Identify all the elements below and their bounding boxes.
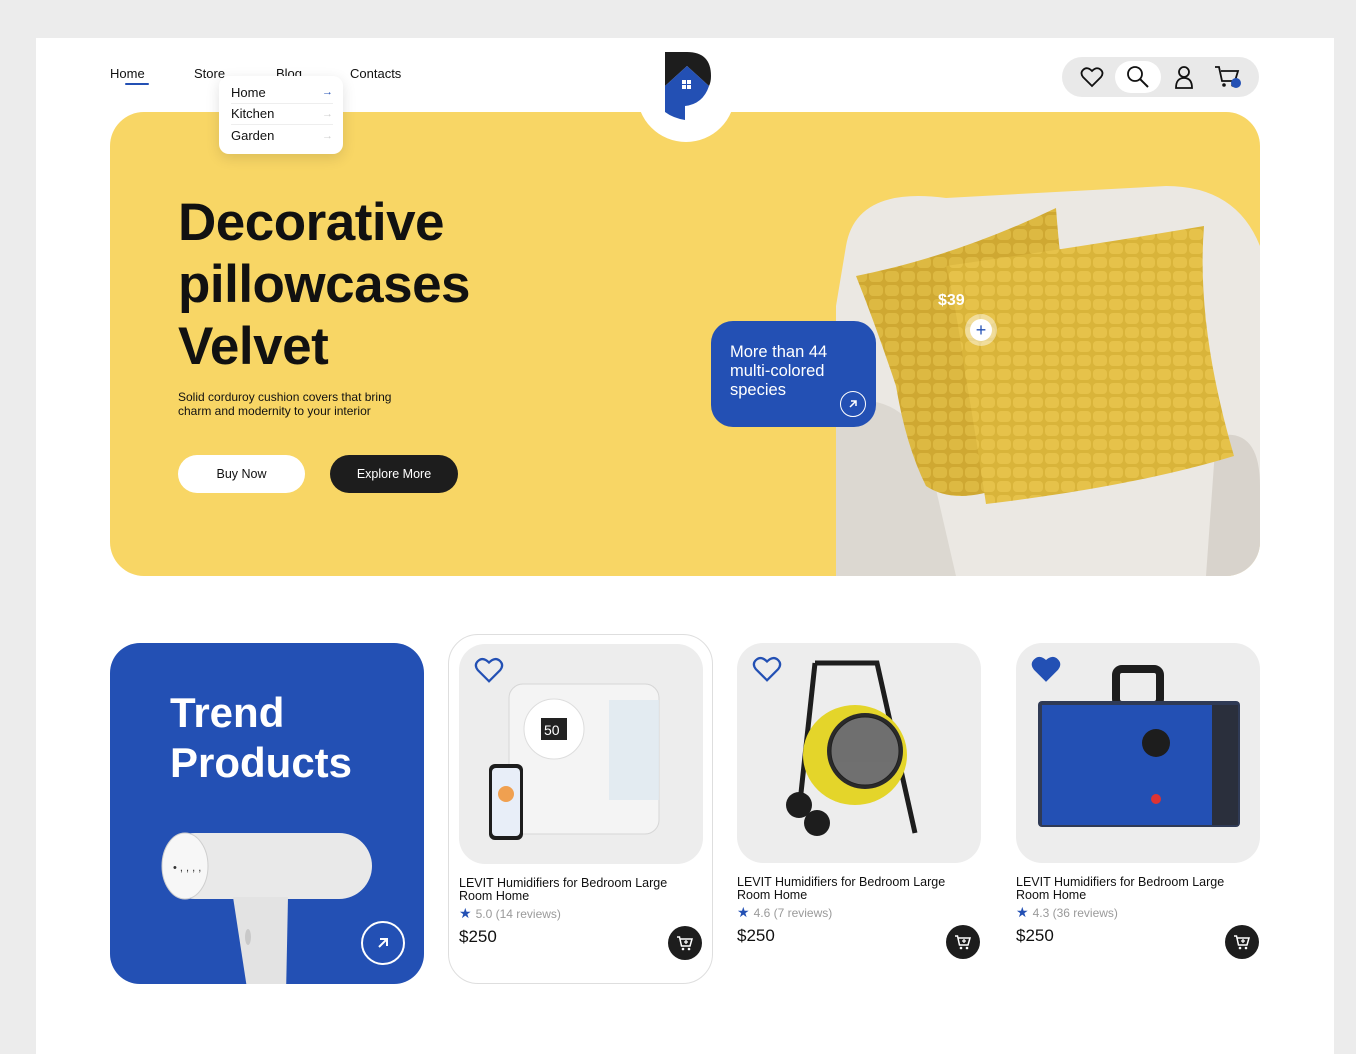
arrow-right-icon: → xyxy=(322,86,333,99)
nav-active-indicator xyxy=(125,83,149,85)
cart-icon xyxy=(1234,935,1250,950)
product-name-line: Room Home xyxy=(1016,887,1087,902)
page: Home Store Blog Contacts Decorative pill… xyxy=(36,38,1334,1054)
promo-text-line: multi-colored xyxy=(730,362,825,380)
product-rating: ★ 5.0 (14 reviews) xyxy=(459,905,561,922)
product-name[interactable]: LEVIT Humidifiers for Bedroom Large Room… xyxy=(1016,876,1266,901)
pillow-chair-image xyxy=(836,186,1260,576)
dropdown-item-home[interactable]: Home → xyxy=(231,82,333,104)
product-name-line: LEVIT Humidifiers for Bedroom Large xyxy=(737,875,946,889)
rating-text: 4.3 (36 reviews) xyxy=(1032,905,1118,920)
product-name[interactable]: LEVIT Humidifiers for Bedroom Large Room… xyxy=(737,876,987,901)
hero-banner: Decorative pillowcases Velvet Solid cord… xyxy=(110,112,1260,576)
favorite-heart-icon[interactable] xyxy=(474,656,504,684)
product-price: $250 xyxy=(737,926,775,945)
search-icon[interactable] xyxy=(1122,61,1154,93)
cart-icon[interactable] xyxy=(1212,61,1244,93)
product-price: $250 xyxy=(459,927,497,946)
product-name-line: LEVIT Humidifiers for Bedroom Large xyxy=(1016,875,1225,889)
hero-subtitle-line: charm and modernity to your interior xyxy=(178,404,371,418)
dropdown-item-garden[interactable]: Garden → xyxy=(231,125,333,147)
logo-mark-icon xyxy=(665,52,711,120)
product-name-line: Room Home xyxy=(459,888,530,903)
add-hotspot-button[interactable]: + xyxy=(965,314,997,346)
price-tag: $39 xyxy=(938,292,965,309)
dropdown-item-kitchen[interactable]: Kitchen → xyxy=(231,104,333,125)
product-name-line: Room Home xyxy=(737,887,808,902)
dropdown-item-label: Garden xyxy=(231,128,275,144)
favorite-heart-icon[interactable] xyxy=(1031,655,1061,683)
product-card[interactable]: LEVIT Humidifiers for Bedroom Large Room… xyxy=(1006,634,1271,984)
add-to-cart-button[interactable] xyxy=(668,926,702,960)
cart-icon xyxy=(677,936,693,951)
hero-title-line: pillowcases xyxy=(178,255,471,314)
star-icon: ★ xyxy=(737,904,750,920)
svg-text:• , , , ,: • , , , , xyxy=(173,862,201,874)
add-to-cart-button[interactable] xyxy=(946,925,980,959)
star-icon: ★ xyxy=(459,905,472,921)
hero-subtitle: Solid corduroy cushion covers that bring… xyxy=(178,390,458,418)
product-name[interactable]: LEVIT Humidifiers for Bedroom Large Room… xyxy=(459,877,709,902)
nav-home[interactable]: Home xyxy=(110,66,145,81)
promo-card[interactable]: More than 44 multi-colored species xyxy=(711,321,876,427)
product-card[interactable]: LEVIT Humidifiers for Bedroom Large Room… xyxy=(727,634,992,984)
cart-icon xyxy=(955,935,971,950)
garment-steamer-image: • , , , , xyxy=(161,832,372,984)
store-dropdown: Home → Kitchen → Garden → xyxy=(219,76,343,154)
favorite-heart-icon[interactable] xyxy=(752,655,782,683)
buy-now-button[interactable]: Buy Now xyxy=(178,455,305,493)
hero-title-line: Velvet xyxy=(178,317,329,376)
product-card[interactable]: 50 LEVIT Humidifiers for Bedroom Large R… xyxy=(448,634,713,984)
trend-title: Trend Products xyxy=(170,688,352,788)
product-rating: ★ 4.6 (7 reviews) xyxy=(737,904,832,921)
product-name-line: LEVIT Humidifiers for Bedroom Large xyxy=(459,876,668,890)
header-icons xyxy=(1062,57,1259,97)
star-icon: ★ xyxy=(1016,904,1029,920)
rating-text: 5.0 (14 reviews) xyxy=(475,906,561,921)
user-icon[interactable] xyxy=(1168,61,1200,93)
dropdown-item-label: Kitchen xyxy=(231,106,275,122)
product-rating: ★ 4.3 (36 reviews) xyxy=(1016,904,1118,921)
heart-icon[interactable] xyxy=(1076,61,1108,93)
arrow-up-right-icon[interactable] xyxy=(361,921,405,965)
nav-contacts[interactable]: Contacts xyxy=(350,66,401,81)
hero-title: Decorative pillowcases Velvet xyxy=(178,192,471,378)
product-price: $250 xyxy=(1016,926,1054,945)
arrow-up-right-icon[interactable] xyxy=(840,391,866,417)
trend-products-card[interactable]: Trend Products • , , , , xyxy=(110,643,424,984)
hero-subtitle-line: Solid corduroy cushion covers that bring xyxy=(178,390,392,404)
add-to-cart-button[interactable] xyxy=(1225,925,1259,959)
svg-text:50: 50 xyxy=(544,722,560,738)
promo-text-line: More than 44 xyxy=(730,343,828,361)
rating-text: 4.6 (7 reviews) xyxy=(753,905,833,920)
trend-title-line: Products xyxy=(170,739,353,786)
arrow-right-icon: → xyxy=(322,129,333,142)
logo[interactable] xyxy=(637,38,735,142)
plus-icon: + xyxy=(970,319,992,341)
dropdown-item-label: Home xyxy=(231,84,266,100)
hero-title-line: Decorative xyxy=(178,193,445,252)
arrow-right-icon: → xyxy=(322,107,333,120)
explore-more-button[interactable]: Explore More xyxy=(330,455,458,493)
trend-title-line: Trend xyxy=(170,689,285,736)
